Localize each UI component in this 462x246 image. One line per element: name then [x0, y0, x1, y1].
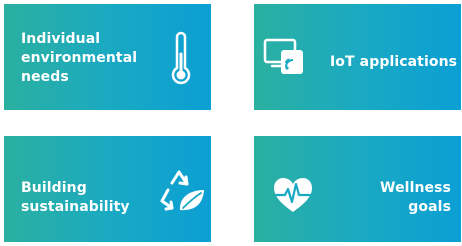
tile-label: Wellness goals — [380, 180, 451, 215]
tile-individual-environmental-needs[interactable]: Individual environmental needs — [4, 4, 211, 110]
tile-label: Building sustainability — [21, 180, 130, 215]
tile-label: IoT applications — [330, 54, 458, 70]
tile-building-sustainability[interactable]: Building sustainability — [4, 136, 211, 242]
recycle-leaf-icon — [160, 170, 204, 211]
heart-pulse-icon — [274, 178, 312, 212]
iot-device-icon — [263, 38, 303, 74]
thermometer-icon — [171, 31, 191, 85]
tile-wellness-goals[interactable]: Wellness goals — [254, 136, 461, 242]
tile-iot-applications[interactable]: IoT applications — [254, 4, 461, 110]
tile-label: Individual environmental needs — [21, 31, 138, 85]
